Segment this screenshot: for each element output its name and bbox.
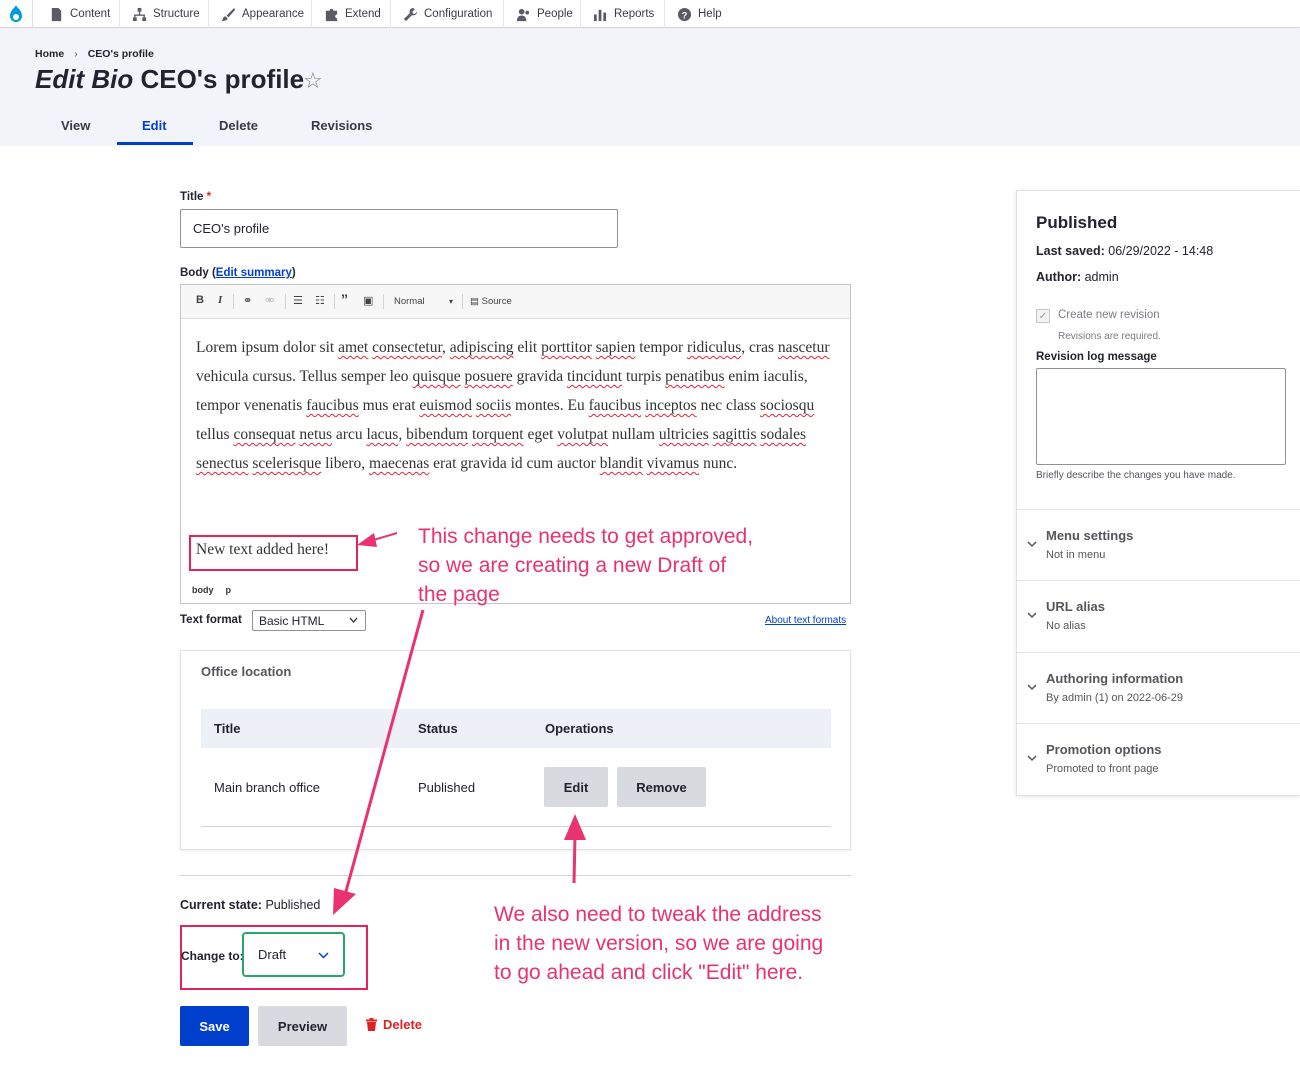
create-revision-label: Create new revision [1058, 309, 1160, 321]
chevron-down-icon [1027, 541, 1037, 548]
section-title: Promotion options [1046, 742, 1162, 757]
author-value: admin [1084, 270, 1119, 284]
section-summary: Not in menu [1046, 549, 1106, 561]
arrow-to-new-text [357, 532, 398, 547]
arrow-to-edit-button [564, 814, 586, 884]
section-summary: No alias [1046, 620, 1086, 632]
arrow-to-change-to [333, 609, 425, 915]
last-saved-label: Last saved: [1036, 244, 1105, 258]
chevron-down-icon [1027, 612, 1037, 619]
author: Author: admin [1036, 270, 1119, 284]
section-title: Menu settings [1046, 528, 1134, 543]
revision-log-textarea[interactable] [1036, 368, 1286, 465]
publish-status: Published [1036, 213, 1118, 232]
authoring-information-section[interactable]: Authoring information By admin (1) on 20… [1017, 652, 1300, 723]
revision-note: Revisions are required. [1058, 331, 1161, 342]
author-label: Author: [1036, 270, 1082, 284]
chevron-down-icon [1027, 755, 1037, 762]
section-title: URL alias [1046, 599, 1106, 614]
last-saved-value: 06/29/2022 - 14:48 [1108, 244, 1214, 258]
section-summary: By admin (1) on 2022-06-29 [1046, 692, 1183, 704]
section-summary: Promoted to front page [1046, 763, 1159, 775]
revision-log-label: Revision log message [1036, 351, 1157, 363]
create-revision-checkbox[interactable]: ✓ [1036, 309, 1050, 323]
last-saved: Last saved: 06/29/2022 - 14:48 [1036, 244, 1213, 258]
meta-sidebar: Published Last saved: 06/29/2022 - 14:48… [1016, 190, 1300, 796]
revision-log-help: Briefly describe the changes you have ma… [1036, 470, 1236, 481]
section-title: Authoring information [1046, 671, 1184, 686]
url-alias-section[interactable]: URL alias No alias [1017, 580, 1300, 651]
menu-settings-section[interactable]: Menu settings Not in menu [1017, 509, 1300, 580]
promotion-options-section[interactable]: Promotion options Promoted to front page [1017, 723, 1300, 794]
chevron-down-icon [1027, 684, 1037, 691]
